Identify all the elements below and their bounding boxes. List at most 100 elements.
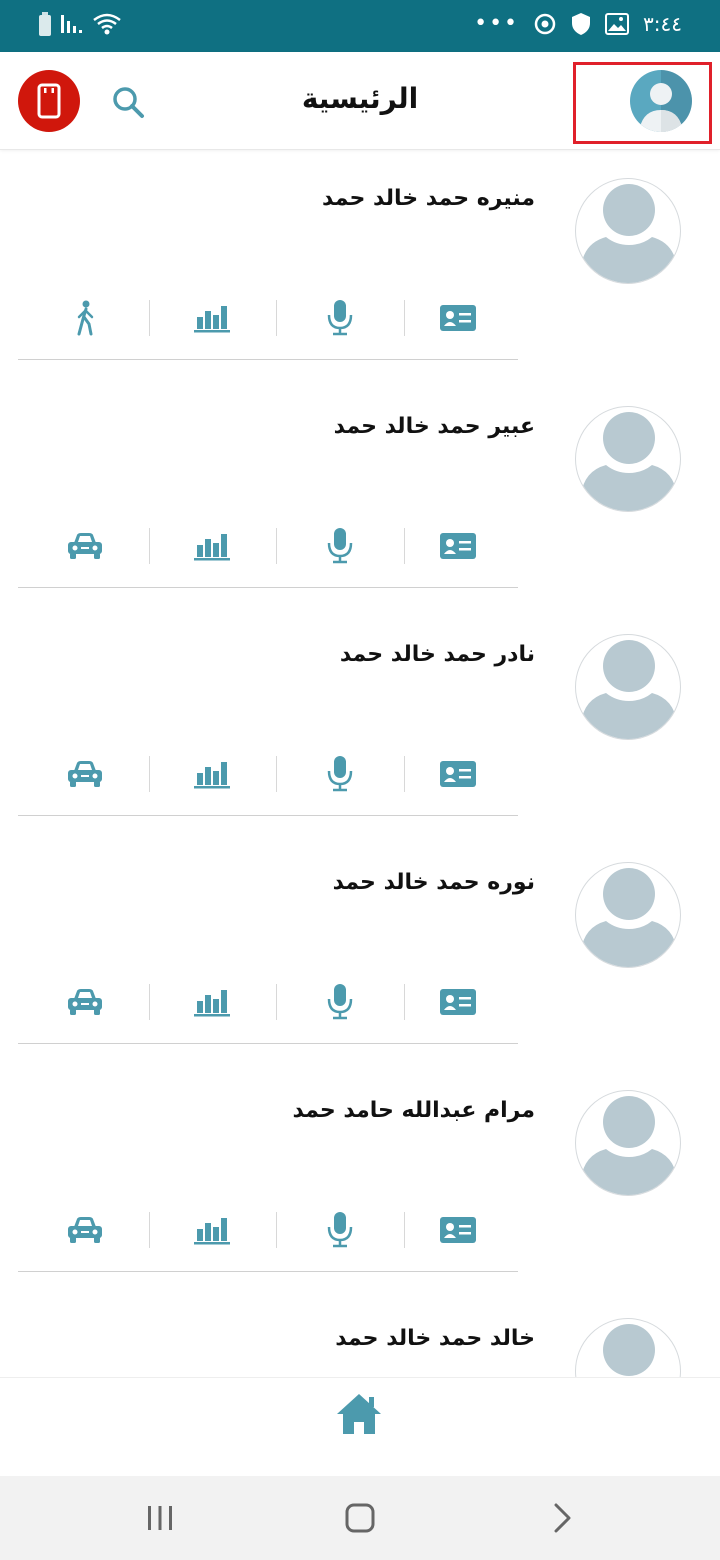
id-card-icon	[440, 305, 476, 331]
id-card-button[interactable]	[428, 300, 488, 336]
contact-divider	[18, 1043, 518, 1044]
microphone-icon	[327, 984, 353, 1020]
gallery-icon	[605, 13, 630, 35]
vehicle-button[interactable]	[55, 1212, 115, 1248]
contact-avatar[interactable]	[575, 634, 681, 740]
battery-icon	[39, 12, 51, 36]
id-card-button[interactable]	[428, 756, 488, 792]
microphone-icon	[327, 528, 353, 564]
person-placeholder-icon	[581, 1096, 677, 1195]
action-separator	[404, 528, 405, 564]
id-card-icon	[440, 533, 476, 559]
statistics-button[interactable]	[182, 756, 242, 792]
id-card-icon	[440, 989, 476, 1015]
back-icon	[554, 1503, 571, 1533]
shield-icon	[572, 13, 591, 35]
statistics-button[interactable]	[182, 984, 242, 1020]
action-separator	[149, 984, 150, 1020]
contact-divider	[18, 359, 518, 360]
contact-item[interactable]: منيره حمد خالد حمد	[0, 150, 720, 378]
microphone-icon	[327, 1212, 353, 1248]
contact-item[interactable]: نوره حمد خالد حمد	[0, 834, 720, 1062]
person-placeholder-icon	[603, 1324, 655, 1376]
action-separator	[404, 984, 405, 1020]
id-card-icon	[440, 761, 476, 787]
contact-avatar[interactable]	[575, 1318, 681, 1377]
recent-apps-icon	[148, 1506, 172, 1530]
home-nav-button[interactable]	[340, 1498, 380, 1538]
status-bar: ••• ٣:٤٤	[0, 0, 720, 52]
contact-divider	[18, 815, 518, 816]
bar-chart-icon	[194, 534, 230, 561]
status-right-icons: ••• ٣:٤٤	[474, 12, 682, 36]
id-card-button[interactable]	[428, 528, 488, 564]
microphone-icon	[327, 300, 353, 336]
status-time: ٣:٤٤	[643, 12, 682, 36]
bar-chart-icon	[194, 1218, 230, 1245]
action-separator	[149, 756, 150, 792]
contact-name: خالد حمد خالد حمد	[335, 1326, 535, 1351]
home-icon	[337, 1394, 381, 1434]
contact-actions	[20, 756, 530, 792]
id-card-icon	[440, 1217, 476, 1243]
contact-actions	[20, 300, 530, 336]
more-notifications-indicator: •••	[474, 11, 520, 36]
car-icon	[68, 533, 102, 559]
statistics-button[interactable]	[182, 1212, 242, 1248]
action-separator	[276, 300, 277, 336]
activity-button[interactable]	[55, 300, 115, 336]
sync-icon	[534, 13, 556, 35]
voice-button[interactable]	[310, 300, 370, 336]
contact-avatar[interactable]	[575, 178, 681, 284]
home-tab-button[interactable]	[335, 1392, 383, 1440]
bottom-tab-bar	[0, 1377, 720, 1476]
contact-actions	[20, 528, 530, 564]
vehicle-button[interactable]	[55, 756, 115, 792]
profile-avatar-icon	[630, 70, 692, 132]
contact-avatar[interactable]	[575, 862, 681, 968]
profile-avatar-button[interactable]	[630, 70, 692, 132]
contact-name: نوره حمد خالد حمد	[332, 870, 535, 895]
car-icon	[68, 989, 102, 1015]
person-placeholder-icon	[581, 184, 677, 283]
statistics-button[interactable]	[182, 528, 242, 564]
contact-avatar[interactable]	[575, 1090, 681, 1196]
voice-button[interactable]	[310, 528, 370, 564]
contact-item[interactable]: مرام عبدالله حامد حمد	[0, 1062, 720, 1290]
action-separator	[149, 300, 150, 336]
app-header: الرئيسية	[0, 52, 720, 150]
id-card-button[interactable]	[428, 1212, 488, 1248]
action-separator	[276, 756, 277, 792]
contact-item[interactable]: عبير حمد خالد حمد	[0, 378, 720, 606]
walking-icon	[77, 300, 94, 336]
id-card-button[interactable]	[428, 984, 488, 1020]
contact-divider	[18, 1271, 518, 1272]
contact-actions	[20, 1212, 530, 1248]
bar-chart-icon	[194, 762, 230, 789]
contact-item[interactable]: نادر حمد خالد حمد	[0, 606, 720, 834]
person-placeholder-icon	[581, 868, 677, 967]
vehicle-button[interactable]	[55, 528, 115, 564]
voice-button[interactable]	[310, 756, 370, 792]
contact-name: مرام عبدالله حامد حمد	[292, 1098, 535, 1123]
recent-apps-button[interactable]	[140, 1498, 180, 1538]
car-icon	[68, 761, 102, 787]
action-separator	[404, 756, 405, 792]
person-placeholder-icon	[581, 640, 677, 739]
contact-item[interactable]: خالد حمد خالد حمد	[0, 1290, 720, 1377]
vehicle-button[interactable]	[55, 984, 115, 1020]
car-icon	[68, 1217, 102, 1243]
back-button[interactable]	[542, 1498, 582, 1538]
action-separator	[404, 300, 405, 336]
contact-name: عبير حمد خالد حمد	[333, 414, 535, 439]
action-separator	[404, 1212, 405, 1248]
voice-button[interactable]	[310, 1212, 370, 1248]
contact-avatar[interactable]	[575, 406, 681, 512]
action-separator	[276, 984, 277, 1020]
contact-list[interactable]: منيره حمد خالد حمد عبير حمد خالد حمد ناد…	[0, 150, 720, 1377]
statistics-button[interactable]	[182, 300, 242, 336]
contact-name: نادر حمد خالد حمد	[339, 642, 535, 667]
contact-name: منيره حمد خالد حمد	[322, 186, 535, 211]
voice-button[interactable]	[310, 984, 370, 1020]
microphone-icon	[327, 756, 353, 792]
